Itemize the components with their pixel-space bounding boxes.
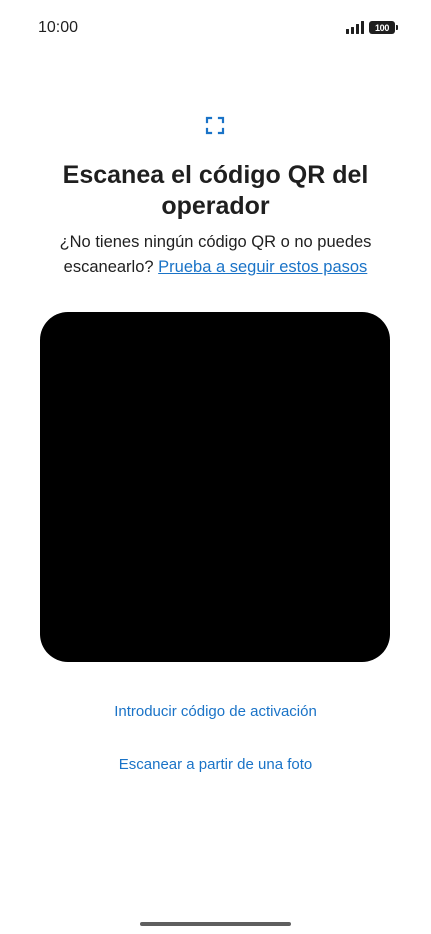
page-title: Escanea el código QR del operador	[62, 161, 369, 220]
qr-scan-icon	[205, 116, 225, 135]
battery-icon: 100	[369, 21, 398, 34]
page-subtitle: ¿No tienes ningún código QR o no puedes …	[30, 230, 401, 280]
help-steps-link[interactable]: Prueba a seguir estos pasos	[158, 258, 367, 276]
scan-from-photo-button[interactable]: Escanear a partir de una foto	[0, 756, 431, 773]
status-bar: 10:00 100	[0, 0, 431, 58]
signal-icon	[346, 21, 364, 34]
home-indicator[interactable]	[140, 922, 291, 926]
status-time: 10:00	[38, 19, 79, 36]
status-icons: 100	[346, 21, 398, 34]
enter-activation-code-button[interactable]: Introducir código de activación	[0, 703, 431, 720]
esim-scan-screen: 10:00 100 Escanea el código QR del opera…	[0, 0, 431, 934]
battery-level: 100	[374, 22, 390, 33]
camera-preview	[40, 312, 390, 662]
